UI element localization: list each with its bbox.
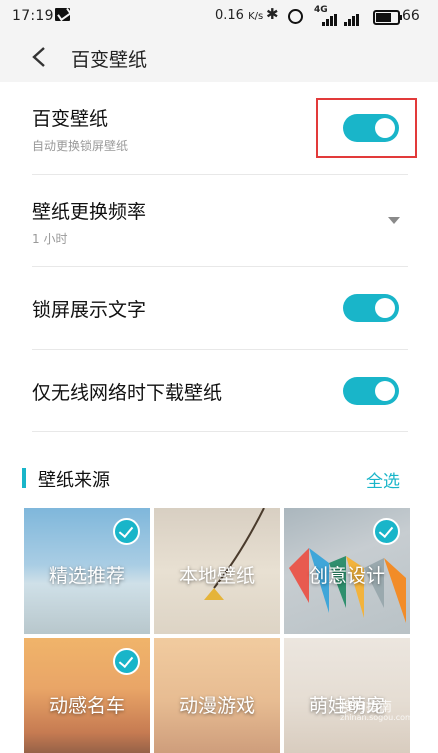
settings-screen: 17:19 0.16 K/s ✱ 4G 66 百变壁纸 百变壁纸 自动更换锁屏壁… [0,0,438,753]
battery-percent: 66 [402,8,420,24]
wifi-only-toggle-switch[interactable] [343,377,399,405]
tile-label: 精选推荐 [48,565,125,587]
divider [32,266,408,267]
cellular-signal-2-icon [344,10,360,26]
alarm-clock-icon [288,9,303,24]
source-tile-featured[interactable]: 精选推荐 [24,508,150,634]
setting-label: 壁纸更换频率 [32,201,147,223]
toggle-knob [375,381,395,401]
highlight-box [316,98,417,158]
bluetooth-icon: ✱ [266,5,279,23]
setting-label: 百变壁纸 [32,108,109,130]
back-arrow-icon[interactable] [28,45,52,69]
watermark-url: zhinan.sogou.com [340,713,413,722]
network-speed-value: 0.16 [215,8,244,23]
toggle-knob [375,298,395,318]
setting-sub-label: 自动更换锁屏壁纸 [32,139,129,153]
setting-label: 锁屏展示文字 [32,299,147,321]
source-tile-cars[interactable]: 动感名车 [24,638,150,753]
setting-label: 仅无线网络时下载壁纸 [32,382,223,404]
check-icon[interactable] [113,648,140,675]
network-speed: 0.16 K/s [215,8,263,23]
check-icon[interactable] [113,518,140,545]
tile-label: 本地壁纸 [178,565,255,587]
battery-fill [376,13,392,22]
source-tile-creative[interactable]: 创意设计 [284,508,410,634]
app-header: 百变壁纸 [0,32,438,82]
battery-icon [373,10,402,25]
tile-label: 动漫游戏 [178,695,255,717]
divider [32,431,408,432]
tile-label: 动感名车 [48,695,125,717]
page-title: 百变壁纸 [71,49,148,71]
tile-label: 创意设计 [308,565,385,587]
wallpaper-source-header: 壁纸来源 全选 [22,466,414,492]
dropdown-arrow-icon[interactable] [388,217,400,224]
divider [32,349,408,350]
network-speed-unit: K/s [248,11,264,22]
show-text-toggle-switch[interactable] [343,294,399,322]
section-accent-bar [22,468,26,488]
check-icon[interactable] [373,518,400,545]
divider [32,174,408,175]
message-notification-icon [55,8,70,21]
cellular-signal-icon [322,10,338,26]
setting-frequency[interactable]: 壁纸更换频率 1 小时 [32,192,408,252]
frequency-value: 1 小时 [32,232,68,246]
select-all-button[interactable]: 全选 [366,467,400,492]
source-tile-anime[interactable]: 动漫游戏 [154,638,280,753]
source-tile-local[interactable]: 本地壁纸 [154,508,280,634]
status-bar: 17:19 0.16 K/s ✱ 4G 66 [0,0,438,32]
status-time: 17:19 [12,8,54,24]
section-title: 壁纸来源 [38,470,110,491]
